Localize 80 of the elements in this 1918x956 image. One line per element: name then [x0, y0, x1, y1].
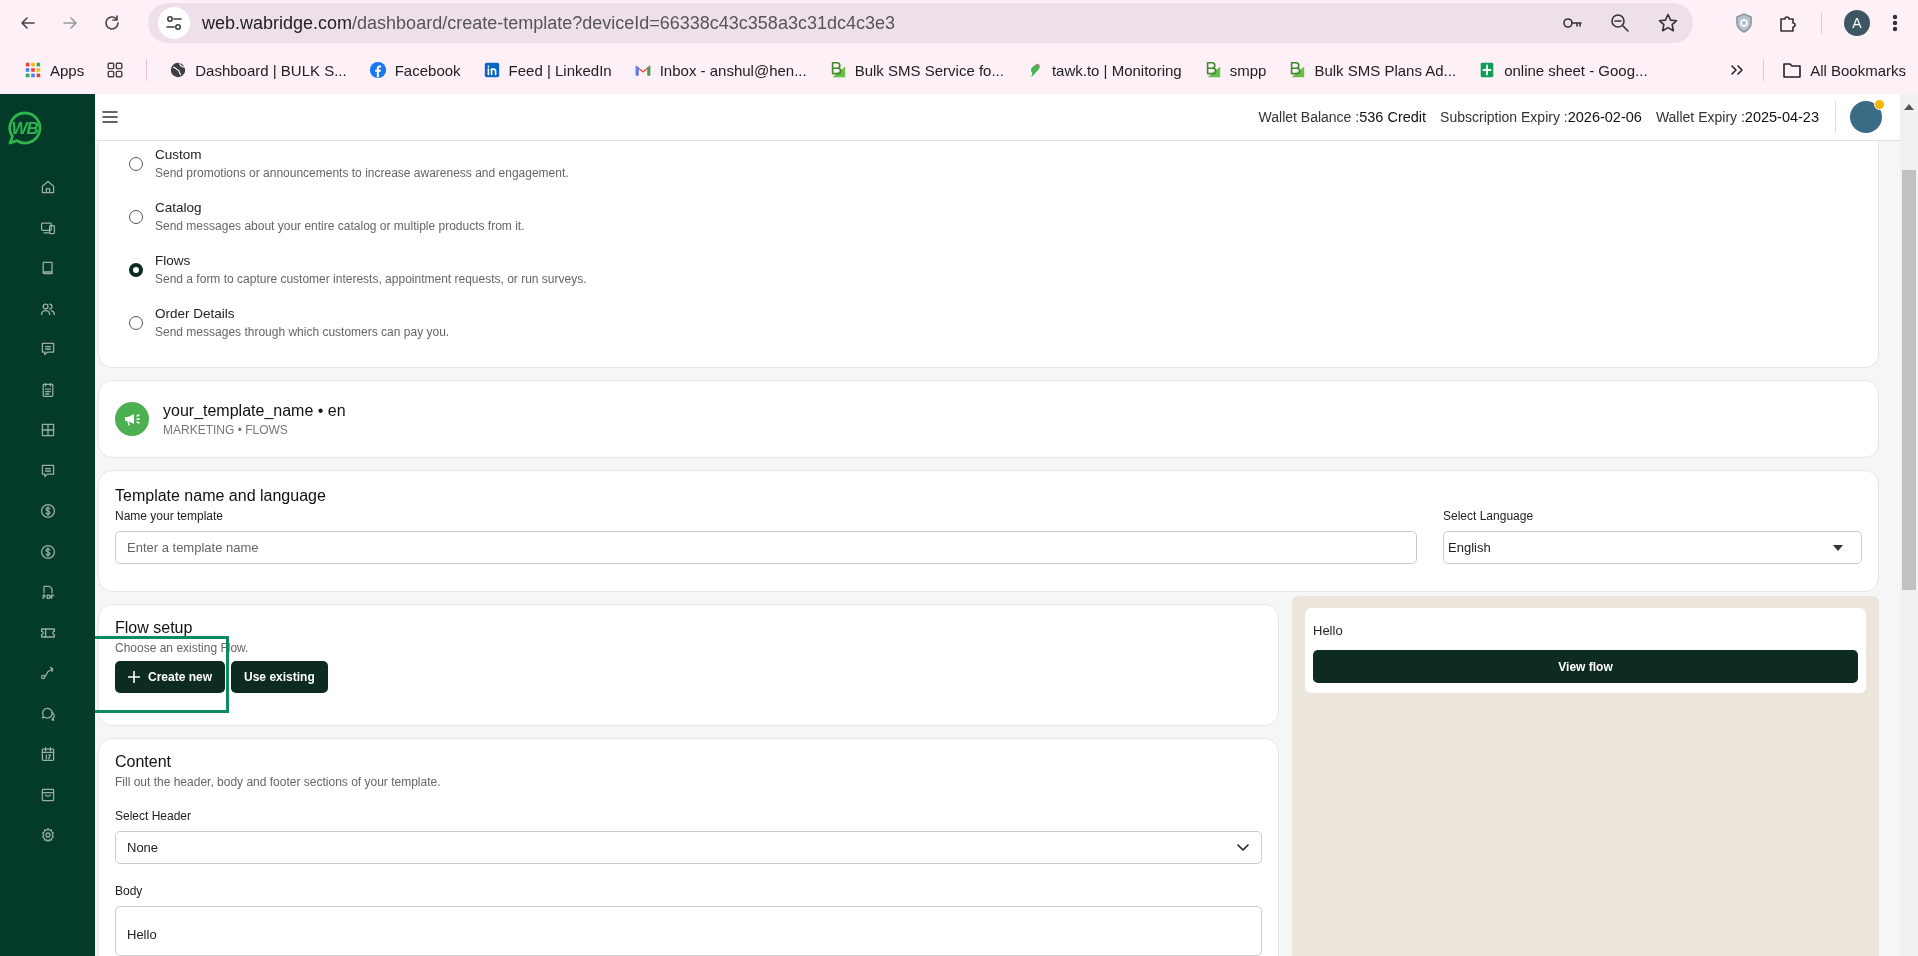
bookmark-item[interactable]: Facebook: [368, 61, 461, 79]
linkedin-logo-icon: [482, 61, 501, 79]
address-bar[interactable]: web.wabridge.com/dashboard/create-template?deviceId=66338c43c358a3c31dc4c3e3: [148, 3, 1693, 43]
header-stat: Wallet Balance :536 Credit: [1258, 109, 1427, 125]
header-stat: Wallet Expiry :2025-04-23: [1655, 109, 1819, 125]
field-label: Select Header: [115, 809, 193, 823]
route-icon[interactable]: [39, 665, 56, 681]
bookmark-item[interactable]: tawk.to | Monitoring: [1025, 61, 1182, 79]
menu-icon[interactable]: [101, 108, 119, 126]
scroll-up-icon[interactable]: [1904, 104, 1914, 110]
section-hint: Fill out the header, body and footer sections of your template.: [115, 775, 442, 789]
apps-grid-icon: [24, 61, 42, 79]
option-description: Send a form to capture customer interests, appointment requests, or run surveys.: [155, 272, 587, 286]
option-description: Send promotions or announcements to increase awareness and engagement.: [155, 166, 569, 180]
calendar-icon[interactable]: [39, 746, 56, 762]
radio-button[interactable]: [129, 262, 143, 277]
plus-icon: [128, 671, 140, 683]
bookmark-item[interactable]: Apps: [24, 61, 85, 79]
reload-icon[interactable]: [102, 13, 122, 33]
body-field[interactable]: Hello: [115, 906, 1262, 956]
chat-bubbles-icon[interactable]: [39, 705, 56, 722]
profile-avatar[interactable]: A: [1844, 10, 1870, 36]
scrollbar[interactable]: [1900, 94, 1918, 956]
dollar-icon[interactable]: [39, 543, 56, 560]
bookmark-item[interactable]: All Bookmarks: [1782, 61, 1906, 79]
bookmark-item[interactable]: Inbox - anshul@hen...: [633, 61, 807, 79]
logo[interactable]: WB: [4, 109, 49, 153]
section-heading: Content: [115, 753, 173, 771]
option-description: Send messages about your entire catalog or multiple products from it.: [155, 219, 525, 233]
header-stat: Subscription Expiry :2026-02-06: [1440, 109, 1642, 125]
star-icon[interactable]: [1657, 12, 1679, 34]
chevron-down-icon: [1237, 843, 1249, 852]
message-icon[interactable]: [39, 341, 56, 357]
option-title: Catalog: [155, 200, 203, 215]
message-icon[interactable]: [39, 462, 56, 479]
shield-icon[interactable]: [1733, 12, 1755, 34]
message-text: Hello: [1313, 623, 1344, 638]
template-title: your_template_name • en: [163, 401, 346, 420]
more-menu-icon[interactable]: [1892, 13, 1898, 33]
bookmark-item[interactable]: Bulk SMS Plans Ad...: [1288, 61, 1457, 79]
facebook-logo-icon: [368, 61, 387, 79]
bookmark-item[interactable]: Bulk SMS Service fo...: [828, 61, 1004, 79]
template-name-field[interactable]: Enter a template name: [115, 531, 1417, 564]
home-icon[interactable]: [39, 179, 56, 195]
use-existing-button[interactable]: Use existing: [231, 661, 328, 693]
double-chevron-icon[interactable]: [1729, 62, 1746, 78]
bookmark-item[interactable]: smpp: [1203, 61, 1267, 79]
url-text[interactable]: web.wabridge.com/dashboard/create-template?deviceId=66338c43c358a3c31dc4c3e3: [202, 12, 1549, 34]
field-label: Body: [115, 884, 144, 898]
b-letter-logo-icon: [1288, 61, 1307, 79]
section-heading: Template name and language: [115, 487, 327, 505]
globe-icon: [169, 61, 188, 79]
option-title: Order Details: [155, 306, 236, 321]
bookmark-item[interactable]: online sheet - Goog...: [1478, 61, 1648, 79]
field-label: Name your template: [115, 509, 225, 523]
option-title: Flows: [155, 253, 192, 268]
site-settings-icon[interactable]: [158, 7, 190, 39]
megaphone-icon: [115, 402, 149, 436]
settings-icon[interactable]: [39, 827, 56, 843]
archive-icon[interactable]: [39, 786, 56, 803]
option-description: Send messages through which customers can pay you.: [155, 325, 450, 339]
header-select[interactable]: None: [115, 831, 1262, 864]
bookmark-item[interactable]: Feed | LinkedIn: [482, 61, 612, 79]
folder-icon: [1782, 61, 1803, 79]
bookmark-item[interactable]: Dashboard | BULK S...: [169, 61, 347, 79]
user-avatar[interactable]: [1850, 101, 1882, 133]
scrollbar-thumb[interactable]: [1902, 170, 1916, 590]
crown-badge-icon: [1874, 99, 1885, 110]
option-title: Custom: [155, 147, 203, 162]
template-category: MARKETING • FLOWS: [163, 422, 289, 437]
grid-icon[interactable]: [39, 422, 56, 438]
create-new-button[interactable]: Create new: [115, 661, 226, 693]
tab-groups-icon[interactable]: [106, 61, 125, 79]
language-select[interactable]: English: [1443, 531, 1862, 564]
dollar-icon[interactable]: [39, 503, 56, 519]
view-flow-button[interactable]: View flow: [1313, 650, 1858, 683]
section-heading: Flow setup: [115, 619, 194, 637]
field-label: Select Language: [1443, 509, 1535, 523]
dropdown-caret-icon: [1833, 544, 1843, 551]
zoom-out-icon[interactable]: [1609, 12, 1631, 34]
